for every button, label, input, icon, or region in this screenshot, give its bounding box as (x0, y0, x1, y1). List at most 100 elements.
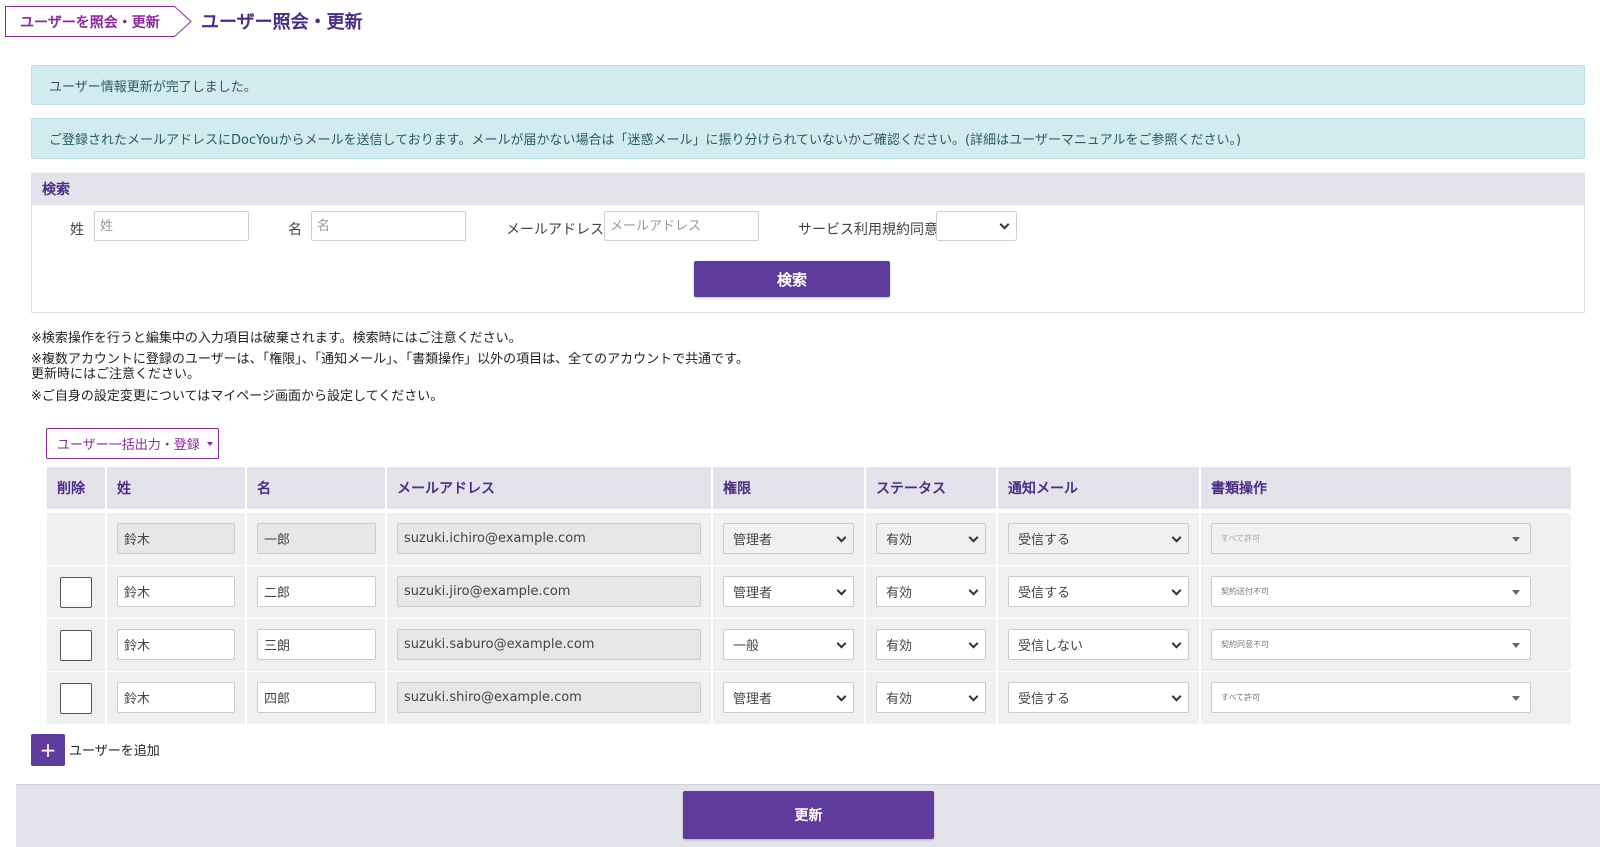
last-name-label: 姓 (70, 222, 84, 238)
notify-value: 受信する (1018, 692, 1071, 707)
docs-select[interactable]: 契約送付不可 (1211, 576, 1531, 607)
note-line: ※検索操作を行うと編集中の入力項目は破棄されます。検索時にはご注意ください。 (31, 331, 522, 346)
column-divider (864, 513, 866, 724)
docs-select[interactable]: すべて許可 (1211, 682, 1531, 713)
header-docs: 書類操作 (1201, 467, 1571, 509)
table-row: 鈴木 三朗 suzuki.saburo@example.com 一般 有効 受信… (47, 619, 1571, 671)
chevron-down-icon (1171, 532, 1182, 543)
first-name-field: 一郎 (257, 523, 376, 554)
column-divider (105, 513, 107, 724)
role-select[interactable]: 管理者 (723, 576, 854, 607)
add-user-button[interactable]: + (31, 734, 65, 766)
role-select[interactable]: 管理者 (723, 682, 854, 713)
chevron-down-icon (968, 691, 979, 702)
email-search-input[interactable] (604, 211, 759, 241)
chevron-down-icon (836, 691, 847, 702)
status-select[interactable]: 有効 (876, 629, 986, 660)
docs-select: すべて許可 (1211, 523, 1531, 554)
status-select: 有効 (876, 523, 986, 554)
chevron-down-icon (968, 585, 979, 596)
caret-down-icon (1512, 589, 1520, 595)
agreement-label: サービス利用規約同意 (798, 222, 938, 238)
docs-value: 契約同意不可 (1221, 640, 1269, 649)
header-role: 権限 (713, 467, 864, 509)
table-row: 鈴木 二郎 suzuki.jiro@example.com 管理者 有効 受信す… (47, 566, 1571, 618)
chevron-down-icon (1171, 691, 1182, 702)
search-button[interactable]: 検索 (694, 261, 890, 297)
header-last-name: 姓 (107, 467, 245, 509)
role-value: 管理者 (733, 692, 773, 707)
status-value: 有効 (886, 586, 913, 601)
email-label: メールアドレス (506, 222, 604, 238)
header-status: ステータス (866, 467, 996, 509)
notify-select[interactable]: 受信しない (1008, 629, 1189, 660)
docs-value: 契約送付不可 (1221, 587, 1269, 596)
docs-select[interactable]: 契約同意不可 (1211, 629, 1531, 660)
column-divider (385, 513, 387, 724)
breadcrumb-label[interactable]: ユーザーを照会・更新 (5, 6, 174, 37)
agreement-select[interactable] (936, 211, 1017, 241)
plus-icon: + (39, 738, 57, 762)
last-name-field[interactable]: 鈴木 (117, 682, 235, 713)
header-notify: 通知メール (998, 467, 1199, 509)
update-complete-alert: ユーザー情報更新が完了しました。 (31, 65, 1585, 105)
first-name-field[interactable]: 三朗 (257, 629, 376, 660)
column-divider (1199, 513, 1201, 724)
docs-value: すべて許可 (1221, 534, 1261, 543)
caret-down-icon (1512, 695, 1520, 701)
last-name-search-input[interactable] (94, 211, 249, 241)
chevron-down-icon (836, 532, 847, 543)
docs-value: すべて許可 (1221, 693, 1261, 702)
first-name-field[interactable]: 四郎 (257, 682, 376, 713)
chevron-down-icon (968, 638, 979, 649)
add-user-label: ユーザーを追加 (69, 744, 160, 759)
chevron-down-icon (968, 532, 979, 543)
email-field: suzuki.jiro@example.com (397, 576, 701, 607)
notify-select[interactable]: 受信する (1008, 576, 1189, 607)
breadcrumb[interactable]: ユーザーを照会・更新 (5, 6, 192, 37)
search-panel: 検索 姓 名 メールアドレス サービス利用規約同意 検索 (31, 173, 1585, 313)
status-select[interactable]: 有効 (876, 682, 986, 713)
role-value: 一般 (733, 639, 760, 654)
role-select: 管理者 (723, 523, 854, 554)
status-value: 有効 (886, 639, 913, 654)
delete-checkbox[interactable] (60, 630, 92, 661)
caret-down-icon (1512, 536, 1520, 542)
email-notice-alert: ご登録されたメールアドレスにDocYouからメールを送信しております。メールが届… (31, 118, 1585, 159)
footer-bar: 更新 (16, 784, 1600, 847)
chevron-down-icon (836, 638, 847, 649)
last-name-field[interactable]: 鈴木 (117, 629, 235, 660)
header-delete: 削除 (47, 467, 105, 509)
bulk-export-import-dropdown[interactable]: ユーザー一括出力・登録 (46, 428, 219, 459)
notify-value: 受信する (1018, 533, 1071, 548)
alert-text: ご登録されたメールアドレスにDocYouからメールを送信しております。メールが届… (49, 133, 1242, 148)
status-select[interactable]: 有効 (876, 576, 986, 607)
last-name-field[interactable]: 鈴木 (117, 576, 235, 607)
first-name-field[interactable]: 二郎 (257, 576, 376, 607)
chevron-down-icon (1171, 638, 1182, 649)
delete-checkbox[interactable] (60, 683, 92, 714)
column-divider (996, 513, 998, 724)
delete-checkbox[interactable] (60, 577, 92, 608)
notes: ※検索操作を行うと編集中の入力項目は破棄されます。検索時にはご注意ください。 ※… (31, 331, 749, 404)
notify-select[interactable]: 受信する (1008, 682, 1189, 713)
note-line: 更新時にはご注意ください。 (31, 367, 201, 382)
column-divider (711, 513, 713, 724)
caret-down-icon (1512, 642, 1520, 648)
header-email: メールアドレス (387, 467, 711, 509)
alert-text: ユーザー情報更新が完了しました。 (49, 79, 257, 95)
notify-select: 受信する (1008, 523, 1189, 554)
table-row: 鈴木 四郎 suzuki.shiro@example.com 管理者 有効 受信… (47, 672, 1571, 724)
role-select[interactable]: 一般 (723, 629, 854, 660)
role-value: 管理者 (733, 586, 773, 601)
update-button[interactable]: 更新 (683, 791, 934, 839)
breadcrumb-arrow-icon (173, 6, 192, 37)
chevron-down-icon (836, 585, 847, 596)
note-line: ※ご自身の設定変更についてはマイページ画面から設定してください。 (31, 389, 444, 404)
header-first-name: 名 (247, 467, 385, 509)
email-field: suzuki.saburo@example.com (397, 629, 701, 660)
bulk-button-label: ユーザー一括出力・登録 (57, 438, 200, 453)
role-value: 管理者 (733, 533, 773, 548)
caret-down-icon (206, 441, 213, 446)
first-name-search-input[interactable] (311, 211, 466, 241)
